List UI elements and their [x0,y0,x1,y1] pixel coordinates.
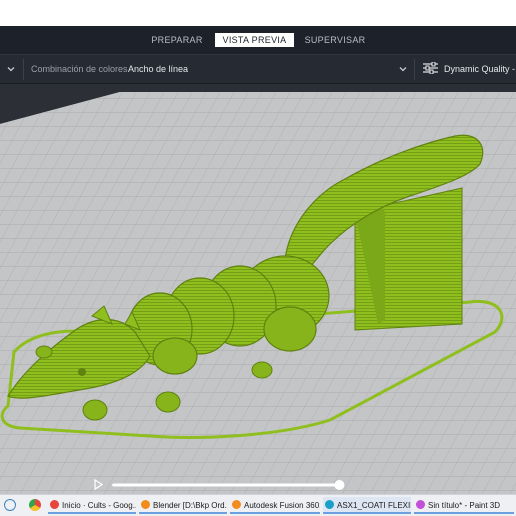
print-profile-select[interactable]: Dynamic Quality - 0 [444,55,516,84]
stage-header: PREPARAR VISTA PREVIA SUPERVISAR [0,26,516,54]
taskbar-item-cults[interactable]: Inicio · Cults - Goog... [48,497,136,514]
coati-eye [78,368,86,376]
taskbar-item-label: ASX1_COATI FLEXIBL... [337,501,411,510]
chevron-down-icon[interactable] [7,55,15,84]
taskbar-item-fusion[interactable]: Autodesk Fusion 360... [230,497,320,514]
taskbar-item-label: Blender [D:\Bkp Ord... [153,501,227,510]
3d-viewport[interactable] [0,84,516,494]
coati-foot [35,345,53,359]
color-scheme-label: Combinación de colores [31,64,128,74]
color-scheme-select[interactable]: Ancho de línea [128,55,188,84]
cura-icon [325,500,334,509]
coati-hind-leg [263,306,317,352]
settings-sliders-icon[interactable] [423,55,438,84]
coati-paw [82,399,108,421]
build-plate-scene [0,84,516,494]
taskbar-item-paint3d[interactable]: Sin título* - Paint 3D [414,497,514,514]
taskbar: Inicio · Cults - Goog... Blender [D:\Bkp… [0,494,516,516]
tab-preparar[interactable]: PREPARAR [145,33,209,47]
cortana-icon[interactable] [4,499,16,511]
playback-progress [112,483,340,487]
window-top-strip [0,0,516,26]
taskbar-item-label: Autodesk Fusion 360... [244,501,320,510]
fusion-icon [232,500,241,509]
taskbar-item-label: Sin título* - Paint 3D [428,501,501,510]
tab-supervisar[interactable]: SUPERVISAR [300,33,370,47]
playback-handle[interactable] [334,480,345,490]
toolbar-divider [23,59,24,80]
chrome-icon [50,500,59,509]
paint3d-icon [416,500,425,509]
coati-paw [155,391,181,413]
coati-front-leg [152,337,198,375]
tab-vista-previa[interactable]: VISTA PREVIA [215,33,294,47]
taskbar-item-label: Inicio · Cults - Goog... [62,501,136,510]
preview-toolbar: Combinación de colores Ancho de línea Dy… [0,54,516,84]
toolbar-divider [414,59,415,80]
blender-icon [141,500,150,509]
coati-foot [251,361,273,379]
taskbar-item-blender[interactable]: Blender [D:\Bkp Ord... [139,497,227,514]
taskbar-item-cura[interactable]: ASX1_COATI FLEXIBL... [323,497,411,514]
chrome-icon[interactable] [29,499,41,511]
chevron-down-icon[interactable] [399,55,407,84]
